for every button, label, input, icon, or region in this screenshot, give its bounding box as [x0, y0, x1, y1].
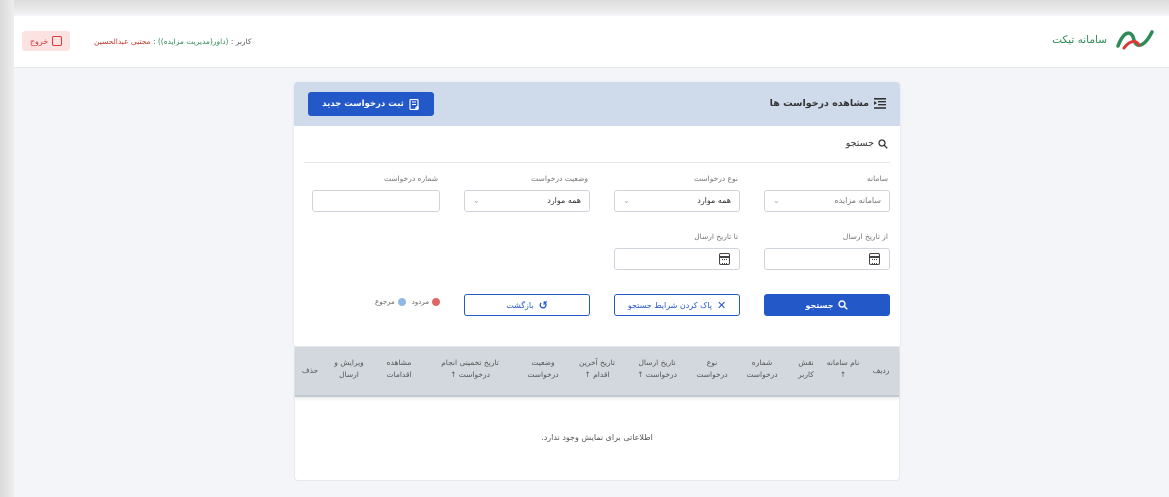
requests-card: مشاهده درخواست ها ثبت درخواست جدید جستجو: [294, 82, 900, 348]
to-date-label: تا تاریخ ارسال: [694, 232, 738, 241]
column-header-user-role[interactable]: نقش کاربر: [791, 357, 821, 381]
status-legend: مردود مرجوع: [375, 298, 440, 306]
window-shadow-top: [0, 0, 1169, 14]
request-number-input[interactable]: [312, 190, 440, 212]
logout-label: خروج: [29, 36, 49, 46]
user-separator: :: [150, 37, 158, 46]
returned-dot-icon: [397, 298, 406, 306]
column-header-request-number[interactable]: شماره درخواست: [741, 357, 783, 381]
user-prefix: کاربر :: [230, 37, 252, 46]
close-icon: ✕: [716, 298, 727, 312]
column-header-send-date[interactable]: تاریخ ارسال درخواست ↑: [629, 357, 685, 381]
search-icon: [838, 300, 849, 310]
column-header-estimated-date[interactable]: تاریخ تخمینی انجام درخواست ↑: [427, 357, 513, 381]
system-select-value: سامانه مزایده: [834, 196, 881, 205]
request-status-select-value: همه موارد: [547, 196, 581, 205]
chevron-down-icon: ⌄: [623, 196, 630, 205]
to-date-input[interactable]: [614, 248, 740, 270]
request-type-select[interactable]: همه موارد ⌄: [614, 190, 740, 212]
refresh-icon: ↺: [538, 298, 548, 312]
system-title[interactable]: سامانه تیکت: [1052, 34, 1107, 46]
search-button-label: جستجو: [805, 300, 834, 310]
new-request-button[interactable]: ثبت درخواست جدید: [308, 92, 434, 116]
user-info: کاربر : (داور(مدیریت مزایده)) : مجتبی عب…: [94, 37, 251, 46]
column-header-last-action-date[interactable]: تاریخ آخرین اقدام ↑: [571, 357, 623, 381]
search-section-title: جستجو: [846, 138, 888, 149]
from-date-label: از تاریخ ارسال: [842, 232, 888, 241]
calendar-icon[interactable]: [869, 253, 880, 265]
window-shadow-left: [0, 0, 14, 497]
chevron-down-icon: ⌄: [473, 196, 480, 205]
back-button[interactable]: ↺ بازگشت: [464, 294, 590, 316]
card-title-text: مشاهده درخواست ها: [769, 98, 869, 109]
search-heading: جستجو: [845, 138, 874, 149]
chevron-down-icon: ⌄: [773, 196, 780, 205]
logout-button[interactable]: خروج: [22, 31, 70, 51]
user-name: مجتبی عبدالحسین: [94, 37, 151, 46]
table-header: ردیف نام سامانه ↑ نقش کاربر شماره درخواس…: [295, 347, 899, 397]
clear-search-label: پاک کردن شرایط جستجو: [627, 300, 712, 310]
card-header: مشاهده درخواست ها ثبت درخواست جدید: [294, 82, 900, 126]
column-header-view-actions[interactable]: مشاهده اقدامات: [377, 357, 421, 381]
column-header-edit-send[interactable]: ویرایش و ارسال: [327, 357, 371, 381]
calendar-icon[interactable]: [719, 253, 730, 265]
logout-icon: [52, 36, 63, 46]
requests-table: ردیف نام سامانه ↑ نقش کاربر شماره درخواس…: [294, 346, 900, 481]
from-date-input[interactable]: [764, 248, 890, 270]
system-label: سامانه: [867, 174, 888, 183]
column-header-system-name[interactable]: نام سامانه ↑: [823, 357, 863, 381]
empty-table-message: اطلاعاتی برای نمایش وجود ندارد.: [541, 433, 653, 442]
column-header-row[interactable]: ردیف: [869, 365, 893, 377]
search-button[interactable]: جستجو: [764, 294, 890, 316]
new-request-label: ثبت درخواست جدید: [322, 99, 404, 109]
column-header-request-status[interactable]: وضعیت درخواست: [521, 357, 565, 381]
clear-search-button[interactable]: ✕ پاک کردن شرایط جستجو: [614, 294, 740, 316]
list-icon: [874, 98, 886, 109]
request-type-label: نوع درخواست: [693, 174, 738, 183]
app-logo-icon[interactable]: [1115, 26, 1155, 54]
back-button-label: بازگشت: [506, 300, 534, 310]
request-status-label: وضعیت درخواست: [531, 174, 588, 183]
returned-legend-label: مرجوع: [375, 298, 395, 306]
column-header-delete[interactable]: حذف: [299, 365, 321, 377]
rejected-dot-icon: [432, 298, 440, 306]
rejected-legend-label: مردود: [411, 298, 429, 306]
divider: [304, 162, 890, 163]
column-header-request-type[interactable]: نوع درخواست: [691, 357, 733, 381]
system-select[interactable]: سامانه مزایده ⌄: [764, 190, 890, 212]
top-bar: سامانه تیکت کاربر : (داور(مدیریت مزایده)…: [14, 16, 1169, 68]
app-frame: سامانه تیکت کاربر : (داور(مدیریت مزایده)…: [14, 16, 1169, 497]
request-type-select-value: همه موارد: [697, 196, 731, 205]
search-icon: [878, 138, 888, 149]
request-status-select[interactable]: همه موارد ⌄: [464, 190, 590, 212]
add-document-icon: [409, 98, 419, 110]
user-role: (داور(مدیریت مزایده)): [157, 37, 229, 46]
request-number-label: شماره درخواست: [383, 174, 438, 183]
card-title: مشاهده درخواست ها: [770, 98, 886, 109]
